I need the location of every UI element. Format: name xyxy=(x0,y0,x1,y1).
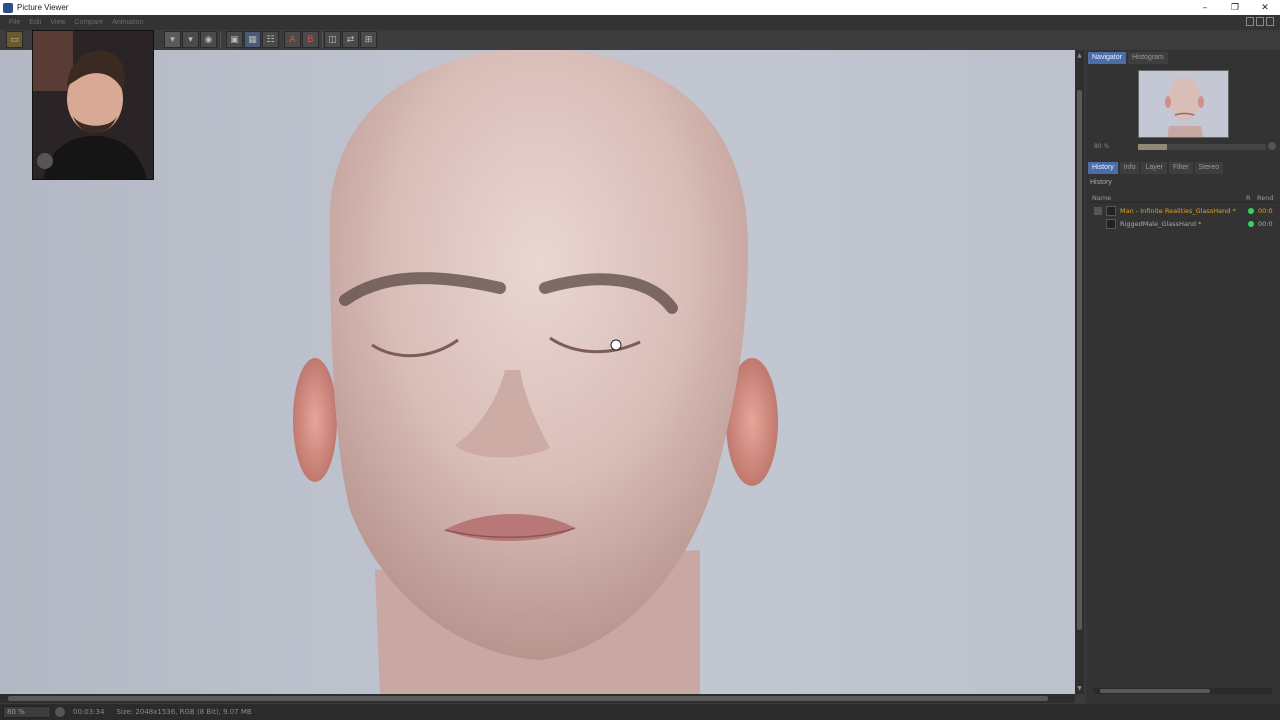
horizontal-scroll-thumb[interactable] xyxy=(8,696,1048,701)
presenter-image xyxy=(33,31,153,179)
status-bar: 80 % 00:03:34 Size: 2048x1536, RGB (8 Bi… xyxy=(0,704,1280,720)
column-name[interactable]: Name xyxy=(1092,194,1111,202)
status-dot-icon xyxy=(1248,221,1254,227)
tab-navigator[interactable]: Navigator xyxy=(1088,52,1126,64)
history-section-header: History xyxy=(1090,179,1112,186)
menu-compare[interactable]: Compare xyxy=(74,19,103,26)
a-label: A xyxy=(289,34,296,45)
tab-layer[interactable]: Layer xyxy=(1141,162,1167,174)
tab-histogram[interactable]: Histogram xyxy=(1127,52,1168,64)
menu-animation[interactable]: Animation xyxy=(112,19,143,26)
layout-single-icon[interactable] xyxy=(1246,17,1254,26)
b-icon[interactable]: B xyxy=(302,31,319,48)
app-icon xyxy=(3,2,13,13)
minimize-button[interactable]: – xyxy=(1190,0,1220,15)
navigator-zoom-slider[interactable]: 80 % xyxy=(1090,142,1278,152)
row-thumbnail xyxy=(1106,206,1116,216)
split-icon[interactable]: ◫ xyxy=(324,31,341,48)
tab-history[interactable]: History xyxy=(1088,162,1118,174)
history-row[interactable]: Man - Infinite Realities_GlassHand * 00:… xyxy=(1090,205,1278,217)
play-icon[interactable] xyxy=(55,707,65,717)
zoom-value: 80 % xyxy=(7,708,25,716)
navigator-tabs: Navigator Histogram xyxy=(1088,52,1168,64)
ab-compare-icon[interactable]: ▣ xyxy=(226,31,243,48)
rendered-head-image xyxy=(293,50,778,694)
row-checkbox[interactable] xyxy=(1094,207,1102,215)
picture-viewer-window: Picture Viewer – ❐ ✕ File Edit View Comp… xyxy=(0,0,1280,720)
swap-icon[interactable]: ⇄ xyxy=(342,31,359,48)
history-tabs: History Info Layer Filter Stereo xyxy=(1088,162,1224,174)
toolbar-separator xyxy=(322,32,323,48)
history-row[interactable]: RiggedMale_GlassHand * 00:0 xyxy=(1090,218,1278,230)
layout-expand-icon[interactable] xyxy=(1266,17,1274,26)
history-column-headers: Name R Rend xyxy=(1090,193,1278,203)
image-viewport[interactable] xyxy=(0,50,1075,694)
navigator-zoom-value: 80 % xyxy=(1094,143,1110,150)
toolbar-separator xyxy=(220,32,221,48)
save-as-icon[interactable]: ▾ xyxy=(182,31,199,48)
history-row-label: RiggedMale_GlassHand * xyxy=(1120,220,1202,228)
menu-edit[interactable]: Edit xyxy=(29,19,41,26)
status-dot-icon xyxy=(1248,208,1254,214)
navigator-thumbnail[interactable] xyxy=(1138,70,1229,138)
b-label: B xyxy=(307,34,314,45)
column-r[interactable]: R xyxy=(1246,194,1251,202)
webcam-overlay xyxy=(32,30,154,180)
scroll-up-icon[interactable]: ▲ xyxy=(1076,52,1083,59)
row-thumbnail xyxy=(1106,219,1116,229)
close-button[interactable]: ✕ xyxy=(1250,0,1280,15)
tab-info[interactable]: Info xyxy=(1119,162,1140,174)
column-render[interactable]: Rend xyxy=(1257,194,1273,202)
viewport-vertical-scrollbar[interactable]: ▲ ▼ xyxy=(1075,50,1084,694)
history-row-render-time: 00:0 xyxy=(1258,207,1273,215)
channels-icon[interactable]: ☷ xyxy=(262,31,279,48)
window-controls: – ❐ ✕ xyxy=(1190,0,1280,15)
toolbar: ▭ ▾ ▾ ◉ ▣ ▦ ☷ A B ◫ ⇄ ⊞ xyxy=(0,30,1280,50)
a-icon[interactable]: A xyxy=(284,31,301,48)
tab-stereo[interactable]: Stereo xyxy=(1194,162,1224,174)
history-row-label: Man - Infinite Realities_GlassHand * xyxy=(1120,207,1236,215)
save-icon[interactable]: ▾ xyxy=(164,31,181,48)
layout-icon[interactable]: ⊞ xyxy=(360,31,377,48)
restore-button[interactable]: ❐ xyxy=(1220,0,1250,15)
zoom-reset-icon[interactable] xyxy=(1268,142,1276,150)
menu-file[interactable]: File xyxy=(9,19,20,26)
vertical-scroll-thumb[interactable] xyxy=(1077,90,1082,630)
open-icon[interactable]: ▭ xyxy=(6,31,23,48)
side-panel: Navigator Histogram 80 % History Info La… xyxy=(1086,50,1280,704)
panel-layout-icons xyxy=(1246,17,1274,26)
zoom-fill xyxy=(1138,144,1167,150)
viewport-horizontal-scrollbar[interactable] xyxy=(0,694,1075,703)
history-scroll-thumb[interactable] xyxy=(1100,689,1210,693)
image-info: Size: 2048x1536, RGB (8 Bit), 9.07 MB xyxy=(116,708,252,716)
window-title: Picture Viewer xyxy=(17,3,69,12)
layout-split-icon[interactable] xyxy=(1256,17,1264,26)
render-time: 00:03:34 xyxy=(73,708,105,716)
history-row-render-time: 00:0 xyxy=(1258,220,1273,228)
menu-bar: File Edit View Compare Animation xyxy=(0,15,1280,30)
tab-filter[interactable]: Filter xyxy=(1168,162,1193,174)
navigator-preview-image xyxy=(1139,71,1228,137)
scroll-down-icon[interactable]: ▼ xyxy=(1076,685,1083,692)
region-icon[interactable]: ▦ xyxy=(244,31,261,48)
zoom-field[interactable]: 80 % xyxy=(3,706,51,718)
title-bar: Picture Viewer – ❐ ✕ xyxy=(0,0,1280,15)
history-horizontal-scrollbar[interactable] xyxy=(1094,688,1272,694)
menu-view[interactable]: View xyxy=(50,19,65,26)
render-icon[interactable]: ◉ xyxy=(200,31,217,48)
